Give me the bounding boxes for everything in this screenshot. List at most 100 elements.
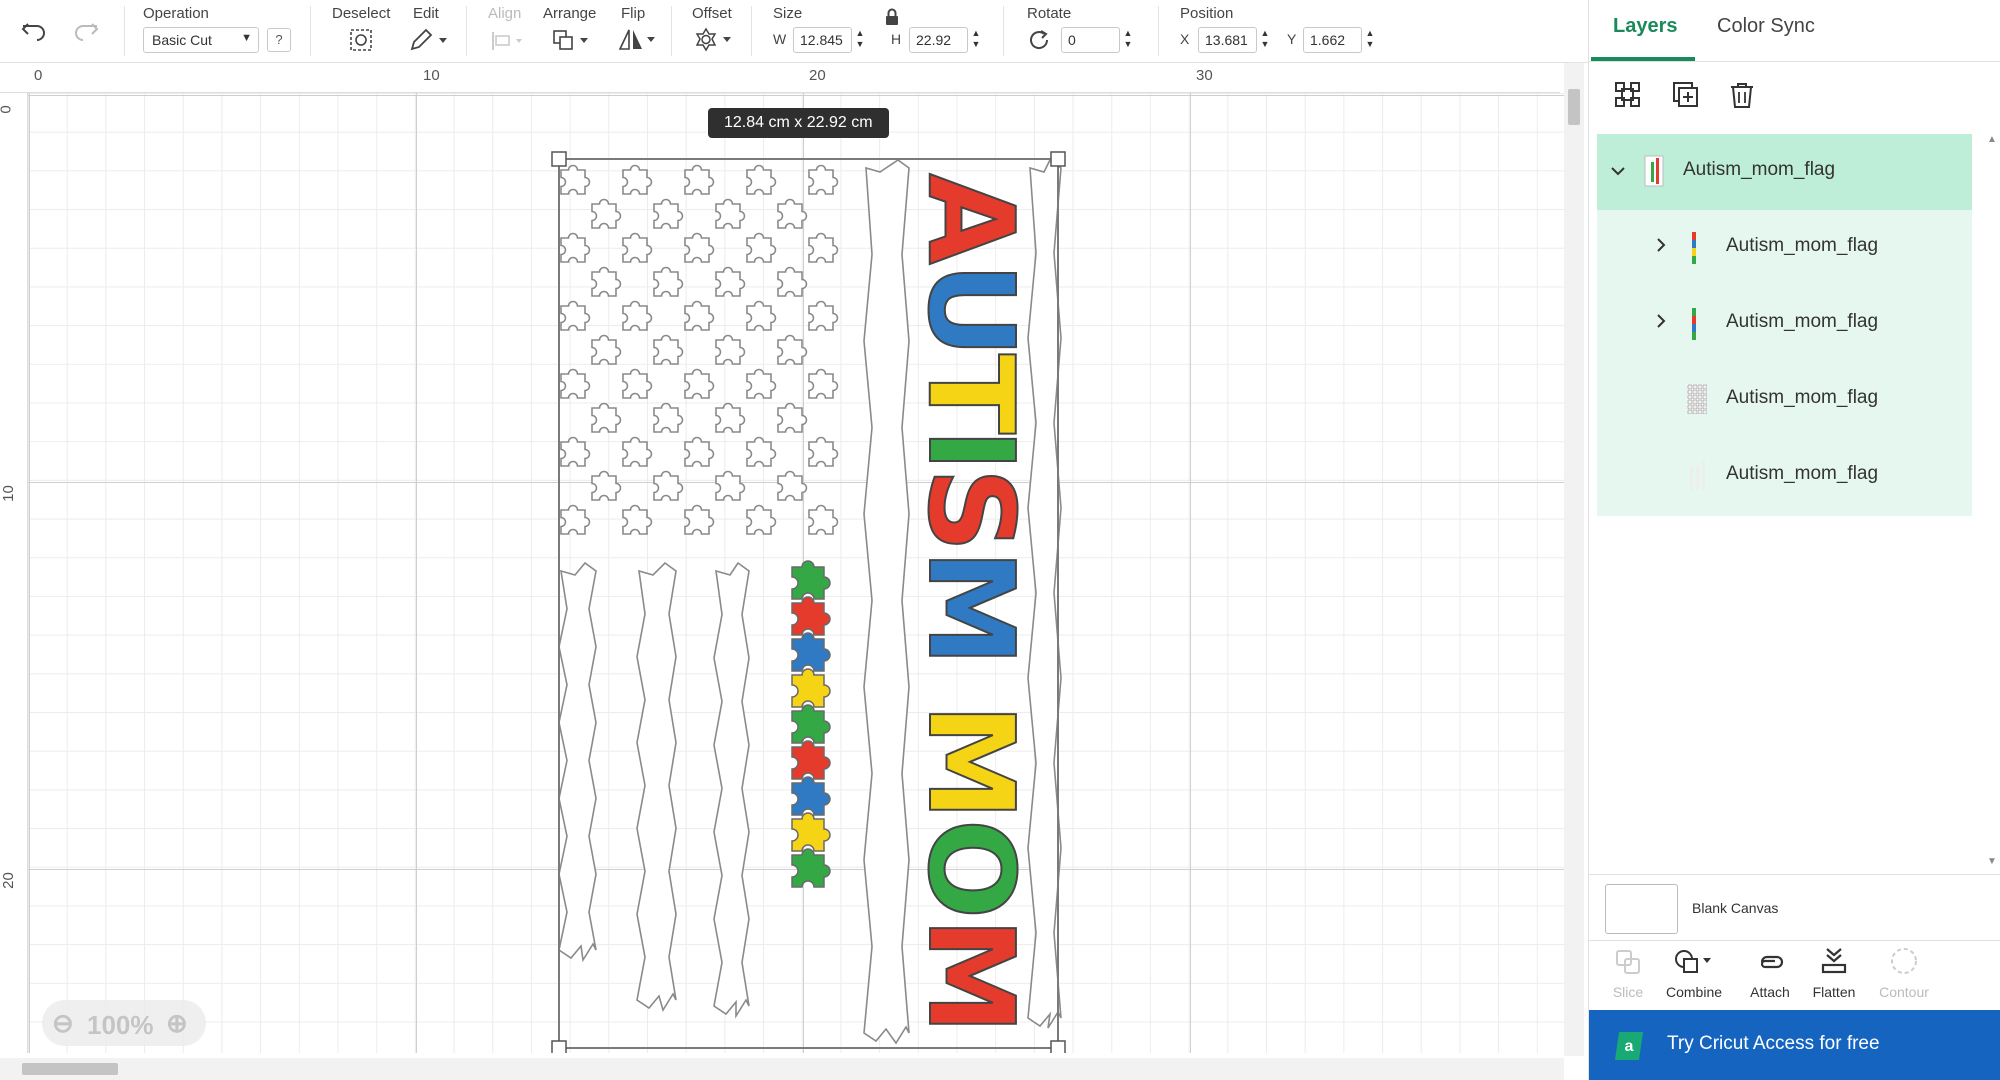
arrange-icon[interactable]	[551, 28, 591, 52]
puzzle-star	[622, 436, 653, 467]
resize-handle[interactable]	[1050, 151, 1066, 167]
puzzle-piece	[791, 704, 831, 744]
zoom-out-icon[interactable]: ⊖	[52, 1008, 74, 1039]
operation-select[interactable]: Basic Cut ▼	[143, 27, 259, 53]
lock-icon[interactable]	[884, 8, 900, 26]
operation-value: Basic Cut	[152, 32, 212, 48]
redo-icon[interactable]	[72, 20, 100, 42]
delete-icon[interactable]	[1727, 80, 1757, 110]
puzzle-piece	[791, 596, 831, 636]
combine-label[interactable]: Combine	[1659, 984, 1729, 1000]
puzzle-star	[715, 470, 746, 501]
rotate-label: Rotate	[1027, 5, 1072, 22]
puzzle-piece	[791, 848, 831, 888]
autism-mom-text: AUTISMMOM	[901, 172, 1041, 1035]
resize-handle[interactable]	[551, 1040, 567, 1053]
attach-label[interactable]: Attach	[1735, 984, 1805, 1000]
width-stepper[interactable]: ▲ ▼	[853, 28, 867, 52]
layer-group-autism-mom-flag[interactable]: Autism_mom_flag	[1597, 134, 1972, 210]
puzzle-star	[684, 504, 715, 535]
puzzle-star	[653, 402, 684, 433]
design-canvas[interactable]: AUTISMMOM	[28, 93, 1564, 1053]
position-x-label: X	[1180, 31, 1190, 47]
chevron-down-icon[interactable]	[1609, 162, 1627, 180]
design-artwork[interactable]: AUTISMMOM	[28, 93, 1564, 1053]
undo-icon[interactable]	[20, 20, 48, 42]
puzzle-star	[560, 504, 591, 535]
toolbar-divider	[466, 6, 467, 56]
group-icon[interactable]	[1613, 80, 1643, 110]
height-stepper[interactable]: ▲ ▼	[969, 28, 983, 52]
chevron-right-icon[interactable]	[1653, 236, 1669, 254]
chevron-right-icon[interactable]	[1653, 312, 1669, 330]
puzzle-star	[560, 436, 591, 467]
flatten-icon[interactable]	[1819, 946, 1849, 976]
toolbar-divider	[310, 6, 311, 56]
resize-handle[interactable]	[551, 151, 567, 167]
width-input[interactable]: 12.845	[793, 27, 852, 53]
puzzle-star	[591, 266, 622, 297]
top-toolbar: Operation Basic Cut ▼ ? Deselect Edit Al…	[0, 0, 1588, 63]
tab-color-sync[interactable]: Color Sync	[1717, 15, 1815, 38]
edit-pen-icon[interactable]	[408, 27, 448, 53]
design-letter: I	[902, 428, 1040, 472]
puzzle-star	[715, 198, 746, 229]
zoom-control: ⊖ 100% ⊕	[42, 1000, 206, 1046]
position-y-input[interactable]: 1.662	[1303, 27, 1362, 53]
cricut-access-banner[interactable]: a Try Cricut Access for free	[1589, 1010, 2000, 1080]
layer-thumbnail	[1644, 155, 1664, 187]
blank-canvas-swatch[interactable]	[1605, 884, 1678, 934]
panel-scroll-down-icon[interactable]: ▼	[1987, 856, 1997, 867]
ruler-tick: 10	[0, 485, 17, 502]
design-letter: M	[902, 549, 1040, 666]
design-letter: M	[902, 917, 1040, 1034]
deselect-icon[interactable]	[348, 27, 374, 53]
puzzle-piece	[791, 668, 831, 708]
position-y-stepper[interactable]: ▲ ▼	[1363, 28, 1377, 52]
layers-panel: Layers Color Sync Autism_mom_flag Autism…	[1588, 0, 2000, 1080]
resize-handle[interactable]	[1050, 1040, 1066, 1053]
position-x-stepper[interactable]: ▲ ▼	[1258, 28, 1272, 52]
operation-help-button[interactable]: ?	[267, 28, 291, 52]
tab-layers[interactable]: Layers	[1613, 15, 1678, 38]
layer-item[interactable]: Autism_mom_flag	[1597, 362, 1972, 438]
layer-name: Autism_mom_flag	[1726, 311, 1879, 332]
puzzle-star	[777, 334, 808, 365]
rotate-stepper[interactable]: ▲ ▼	[1121, 28, 1135, 52]
puzzle-star	[591, 198, 622, 229]
layer-thumbnail	[1692, 308, 1696, 340]
puzzle-star	[622, 232, 653, 263]
offset-icon[interactable]	[693, 27, 733, 53]
zoom-in-icon[interactable]: ⊕	[166, 1008, 188, 1039]
layer-item[interactable]: Autism_mom_flag	[1597, 438, 1972, 514]
rotate-input[interactable]: 0	[1061, 27, 1120, 53]
panel-scroll-up-icon[interactable]: ▲	[1987, 134, 1997, 145]
design-letter: A	[902, 173, 1040, 264]
puzzle-piece	[791, 740, 831, 780]
combine-icon[interactable]	[1673, 948, 1713, 976]
height-input[interactable]: 22.92	[909, 27, 968, 53]
width-label: W	[773, 31, 787, 47]
design-letter: O	[902, 819, 1040, 919]
puzzle-star	[746, 436, 777, 467]
puzzle-star	[591, 470, 622, 501]
position-x-input[interactable]: 13.681	[1198, 27, 1257, 53]
puzzle-star	[591, 402, 622, 433]
flatten-label[interactable]: Flatten	[1799, 984, 1869, 1000]
attach-icon[interactable]	[1755, 948, 1785, 976]
toolbar-divider	[751, 6, 752, 56]
flip-icon[interactable]	[617, 27, 657, 53]
scrollbar-thumb[interactable]	[22, 1063, 118, 1075]
ruler-vertical: 0 10 20	[0, 93, 28, 1053]
canvas-scrollbar-vertical[interactable]	[1564, 63, 1584, 1056]
layer-item[interactable]: Autism_mom_flag	[1597, 210, 1972, 286]
toolbar-divider	[1158, 6, 1159, 56]
size-label: Size	[773, 5, 803, 22]
duplicate-icon[interactable]	[1671, 80, 1701, 110]
canvas-scrollbar-horizontal[interactable]	[0, 1058, 1564, 1080]
scrollbar-thumb[interactable]	[1568, 89, 1580, 125]
puzzle-star	[653, 334, 684, 365]
chevron-down-icon: ▼	[241, 32, 252, 44]
puzzle-star	[715, 266, 746, 297]
layer-item[interactable]: Autism_mom_flag	[1597, 286, 1972, 362]
